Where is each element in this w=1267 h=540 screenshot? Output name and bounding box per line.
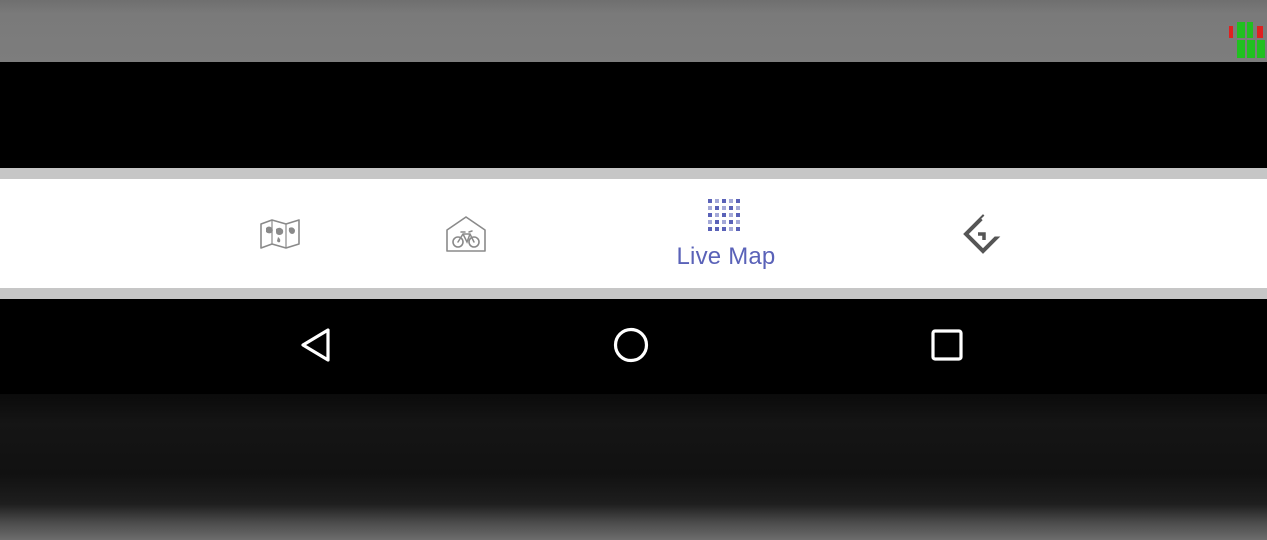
app-screen: Live Map bbox=[0, 0, 1267, 540]
nav-item-navigation[interactable] bbox=[908, 179, 1058, 288]
bike-station-icon bbox=[443, 214, 489, 254]
content-area bbox=[0, 62, 1267, 168]
back-button[interactable] bbox=[286, 317, 346, 377]
status-bar bbox=[0, 0, 1267, 62]
nav-item-live-map[interactable]: Live Map bbox=[651, 179, 801, 288]
nav-item-world-map[interactable] bbox=[205, 179, 355, 288]
nav-item-label: Live Map bbox=[676, 242, 776, 270]
bottom-navigation-bar: Live Map bbox=[0, 179, 1267, 288]
navigation-diamond-icon bbox=[962, 213, 1004, 255]
system-navigation-bar bbox=[0, 299, 1267, 394]
home-circle-icon bbox=[612, 326, 650, 369]
bottom-nav-container: Live Map bbox=[0, 168, 1267, 299]
recents-square-icon bbox=[930, 328, 964, 367]
live-map-icon bbox=[706, 197, 746, 237]
nav-item-bike-station[interactable] bbox=[391, 179, 541, 288]
home-button[interactable] bbox=[601, 317, 661, 377]
recents-button[interactable] bbox=[917, 317, 977, 377]
world-map-icon bbox=[258, 218, 302, 250]
signal-bars-icon bbox=[1227, 22, 1267, 60]
device-bezel bbox=[0, 394, 1267, 540]
back-triangle-icon bbox=[299, 327, 333, 368]
